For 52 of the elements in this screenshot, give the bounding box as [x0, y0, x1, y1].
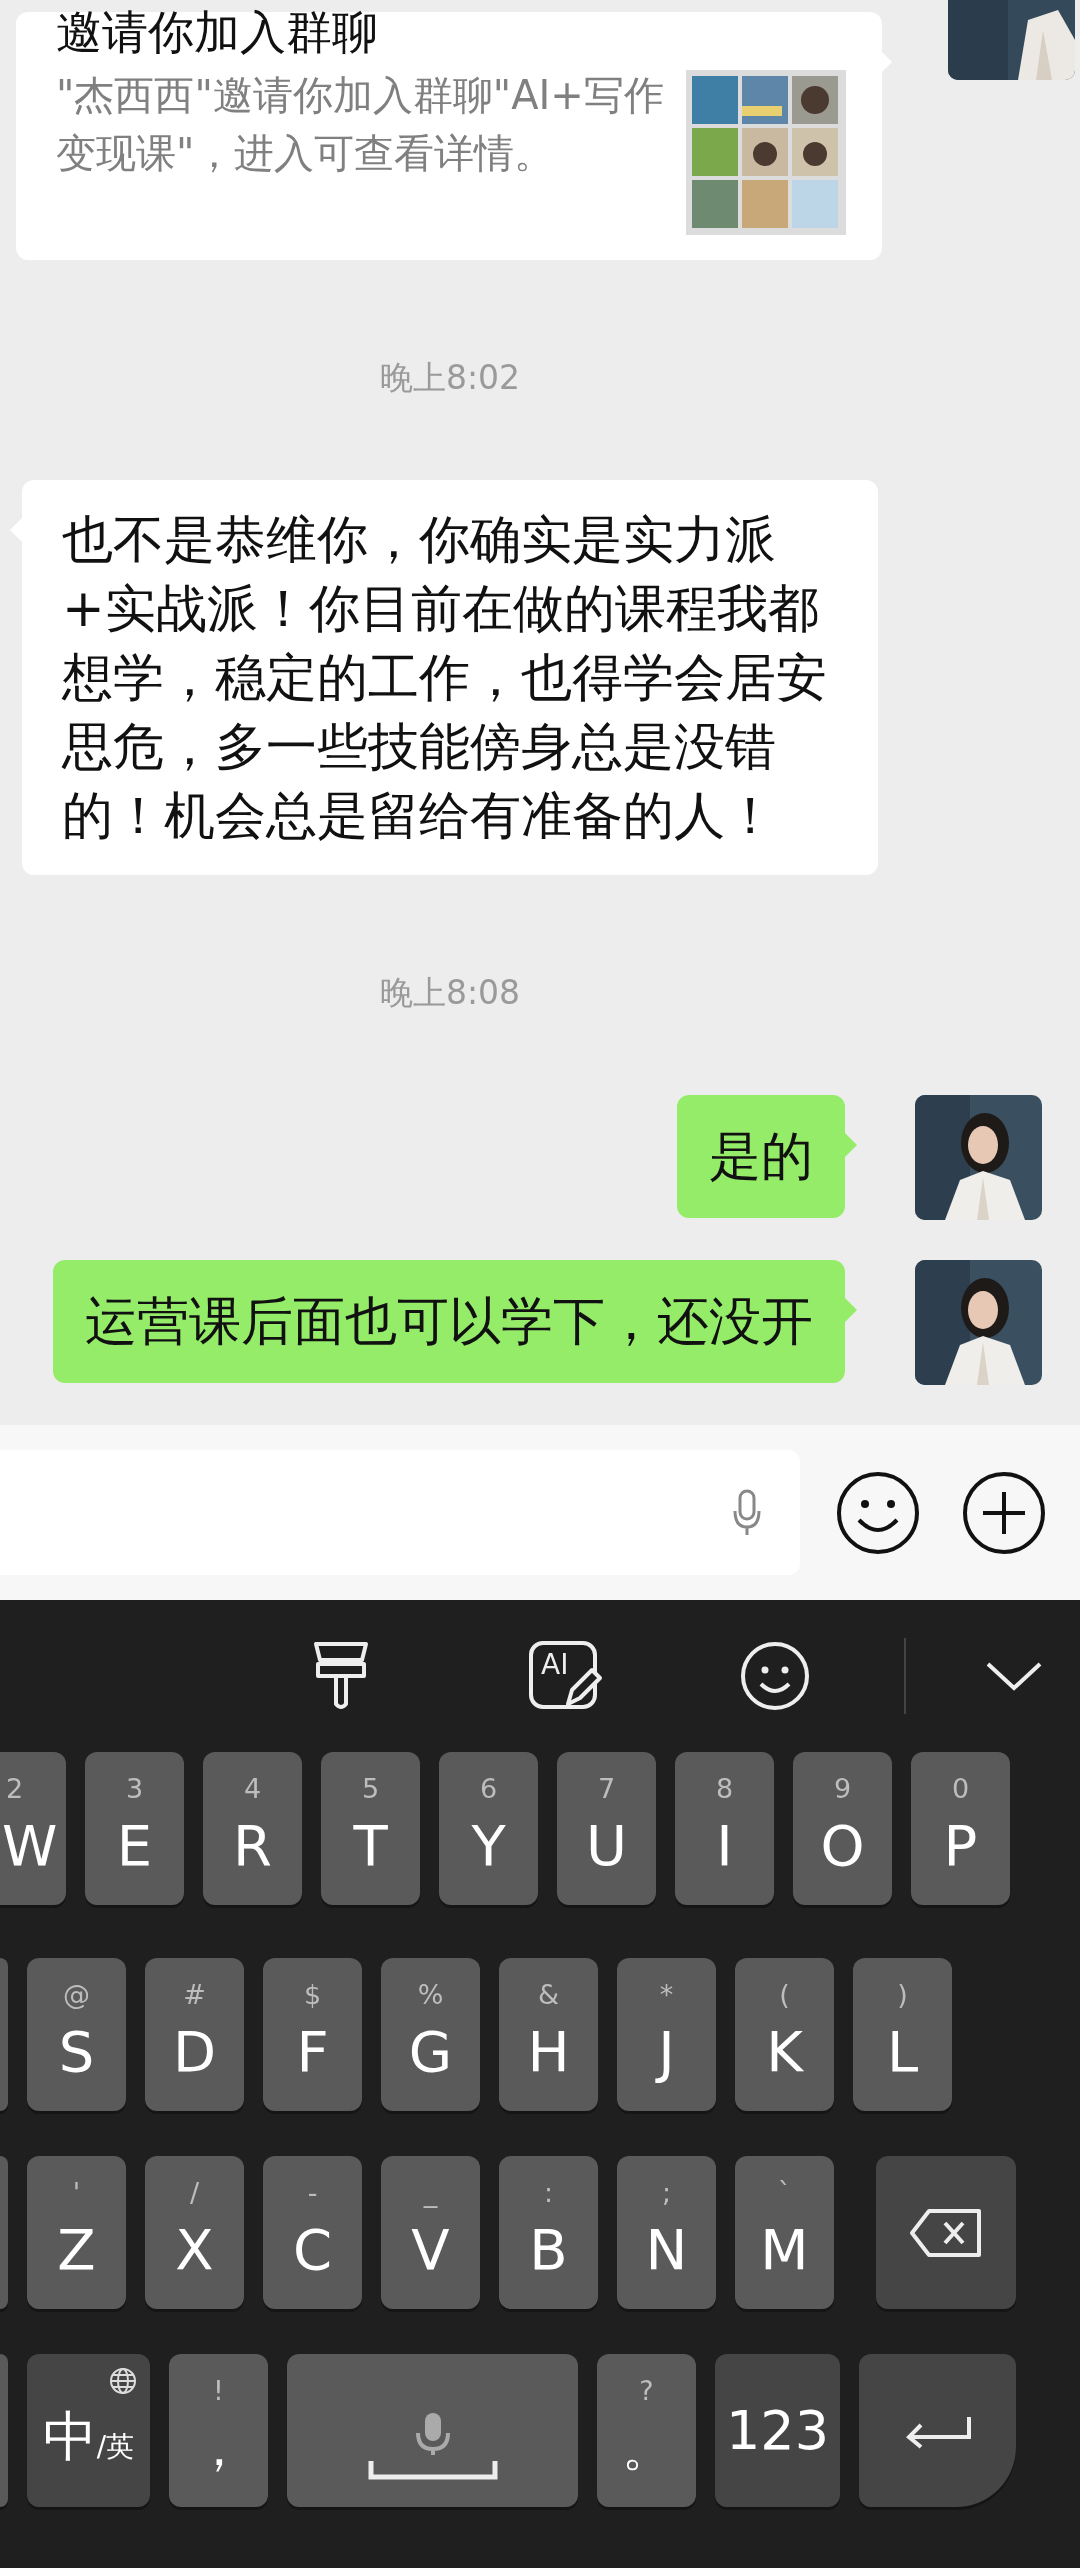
bubble-tail — [845, 1133, 857, 1157]
space-microphone-icon — [367, 2410, 498, 2481]
keyboard-key[interactable]: / X — [145, 2156, 244, 2309]
keyboard-key[interactable]: & H — [499, 1958, 598, 2111]
keyboard-key[interactable]: ' Z — [27, 2156, 126, 2309]
keyboard-key[interactable]: ) L — [853, 1958, 952, 2111]
keyboard-key[interactable]: 3 E — [85, 1752, 184, 1905]
numbers-key[interactable]: 123 — [715, 2354, 840, 2507]
enter-key[interactable] — [859, 2354, 1016, 2507]
keyboard-key[interactable]: ? 。 — [597, 2354, 696, 2507]
backspace-icon — [909, 2207, 983, 2258]
timestamp: 晚上8:02 — [379, 356, 521, 399]
keyboard-key[interactable] — [0, 2156, 8, 2309]
keyboard-key[interactable]: _ V — [381, 2156, 480, 2309]
keyboard-key[interactable]: ( K — [735, 1958, 834, 2111]
keyboard-key[interactable]: ! ， — [169, 2354, 268, 2507]
keyboard-key[interactable]: 2 W — [0, 1752, 66, 1905]
keyboard-key[interactable]: * J — [617, 1958, 716, 2111]
group-invite-card[interactable]: 邀请你加入群聊 "杰西西"邀请你加入群聊"AI+写作变现课"，进入可查看详情。 — [16, 12, 882, 260]
microphone-icon[interactable] — [732, 1487, 762, 1538]
message-input[interactable] — [0, 1450, 800, 1575]
chevron-down-icon[interactable] — [984, 1660, 1044, 1692]
keyboard-key[interactable]: ; N — [617, 2156, 716, 2309]
sent-message: 是的 — [677, 1095, 845, 1218]
received-message: 也不是恭维你，你确实是实力派+实战派！你目前在做的课程我都想学，稳定的工作，也得学会居安思危，多一些技能傍身总是没错的！机会总是留给有准备的人！ — [22, 480, 878, 875]
emoji-icon[interactable] — [739, 1640, 811, 1712]
card-text: "杰西西"邀请你加入群聊"AI+写作变现课"，进入可查看详情。 — [56, 71, 665, 178]
keyboard-key[interactable]: 9 O — [793, 1752, 892, 1905]
bubble-tail — [845, 1298, 857, 1322]
keyboard-key[interactable]: 5 T — [321, 1752, 420, 1905]
keyboard-key[interactable]: @ S — [27, 1958, 126, 2111]
keyboard-key[interactable]: : B — [499, 2156, 598, 2309]
keyboard-key[interactable]: % G — [381, 1958, 480, 2111]
plus-icon[interactable] — [961, 1469, 1047, 1556]
space-key[interactable] — [287, 2354, 578, 2507]
sent-message: 运营课后面也可以学下，还没开 — [53, 1260, 845, 1383]
keyboard-key[interactable] — [0, 2354, 8, 2507]
globe-icon — [108, 2366, 138, 2396]
emoji-icon[interactable] — [835, 1469, 921, 1556]
keyboard-key[interactable]: 0 P — [911, 1752, 1010, 1905]
timestamp: 晚上8:08 — [379, 971, 521, 1014]
keyboard-key[interactable]: 6 Y — [439, 1752, 538, 1905]
keyboard-key[interactable]: $ F — [263, 1958, 362, 2111]
keyboard-key[interactable]: 8 I — [675, 1752, 774, 1905]
keyboard-key[interactable]: 7 U — [557, 1752, 656, 1905]
keyboard-key[interactable] — [0, 1958, 8, 2111]
keyboard-key[interactable]: 4 R — [203, 1752, 302, 1905]
backspace-key[interactable] — [876, 2156, 1016, 2309]
language-key[interactable]: 中/英 — [27, 2354, 150, 2507]
keyboard-key[interactable]: - C — [263, 2156, 362, 2309]
keyboard-key[interactable]: ` M — [735, 2156, 834, 2309]
keyboard-key[interactable]: # D — [145, 1958, 244, 2111]
